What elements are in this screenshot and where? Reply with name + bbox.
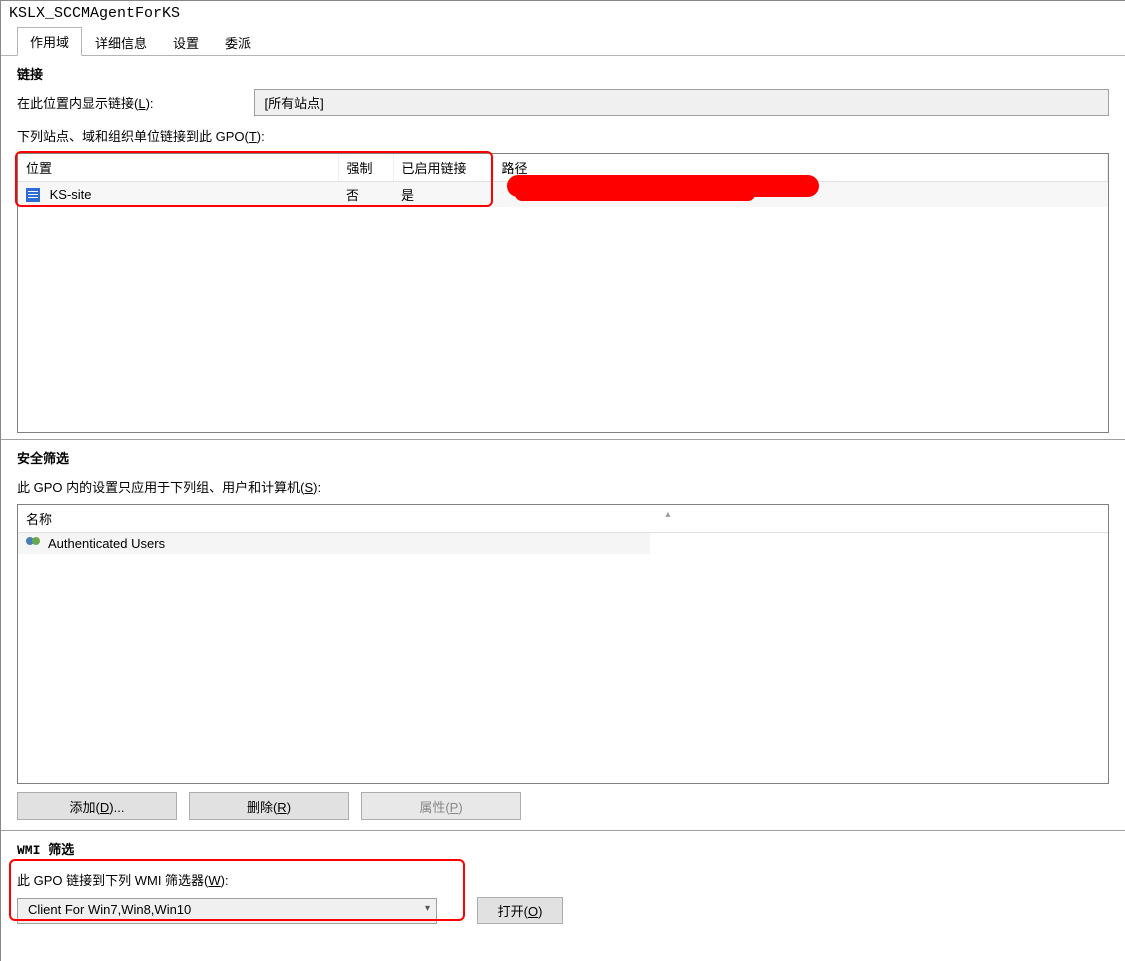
display-links-combo[interactable]: [所有站点] [254, 89, 1109, 116]
links-desc: 下列站点、域和组织单位链接到此 GPO(T): [17, 122, 1109, 153]
security-listbox[interactable]: 名称 ▴ Authenticated Users [17, 504, 1109, 784]
window-title: KSLX_SCCMAgentForKS [1, 1, 1125, 24]
security-header: 安全筛选 [17, 444, 1109, 473]
wmi-filter-select[interactable]: Client For Win7,Win8,Win10 [17, 898, 437, 924]
sort-caret-icon: ▴ [665, 509, 1100, 528]
cell-location: KS-site [50, 187, 92, 202]
links-section: 链接 在此位置内显示链接(L): [所有站点] 下列站点、域和组织单位链接到此 … [1, 56, 1125, 433]
list-item[interactable]: Authenticated Users [18, 533, 650, 554]
open-button[interactable]: 打开(O) [477, 897, 563, 924]
tab-strip: 作用域 详细信息 设置 委派 [1, 26, 1125, 56]
col-enforced[interactable]: 强制 [338, 154, 393, 182]
cell-link-enabled: 是 [393, 182, 493, 208]
security-section: 安全筛选 此 GPO 内的设置只应用于下列组、用户和计算机(S): 名称 ▴ A… [1, 440, 1125, 824]
site-icon [26, 188, 40, 202]
wmi-section: WMI 筛选 此 GPO 链接到下列 WMI 筛选器(W): Client Fo… [1, 831, 1125, 934]
users-icon [26, 537, 42, 551]
security-desc: 此 GPO 内的设置只应用于下列组、用户和计算机(S): [17, 473, 1109, 504]
tab-scope[interactable]: 作用域 [17, 27, 82, 56]
links-header: 链接 [17, 60, 1109, 89]
tab-delegation[interactable]: 委派 [212, 28, 264, 56]
remove-button[interactable]: 删除(R) [189, 792, 349, 820]
properties-button: 属性(P) [361, 792, 521, 820]
cell-name: Authenticated Users [48, 536, 165, 551]
display-links-label: 在此位置内显示链接(L): [17, 93, 154, 112]
tab-settings[interactable]: 设置 [160, 28, 212, 56]
wmi-label: 此 GPO 链接到下列 WMI 筛选器(W): [17, 864, 1109, 897]
col-location[interactable]: 位置 [18, 154, 338, 182]
cell-enforced: 否 [338, 182, 393, 208]
tab-details[interactable]: 详细信息 [82, 28, 160, 56]
add-button[interactable]: 添加(D)... [17, 792, 177, 820]
security-buttons: 添加(D)... 删除(R) 属性(P) [17, 784, 1109, 824]
display-links-row: 在此位置内显示链接(L): [所有站点] [17, 89, 1109, 116]
col-link-enabled[interactable]: 已启用链接 [393, 154, 493, 182]
wmi-header: WMI 筛选 [17, 835, 1109, 864]
annotation-redaction [515, 187, 755, 201]
col-name[interactable]: 名称 [26, 509, 52, 528]
